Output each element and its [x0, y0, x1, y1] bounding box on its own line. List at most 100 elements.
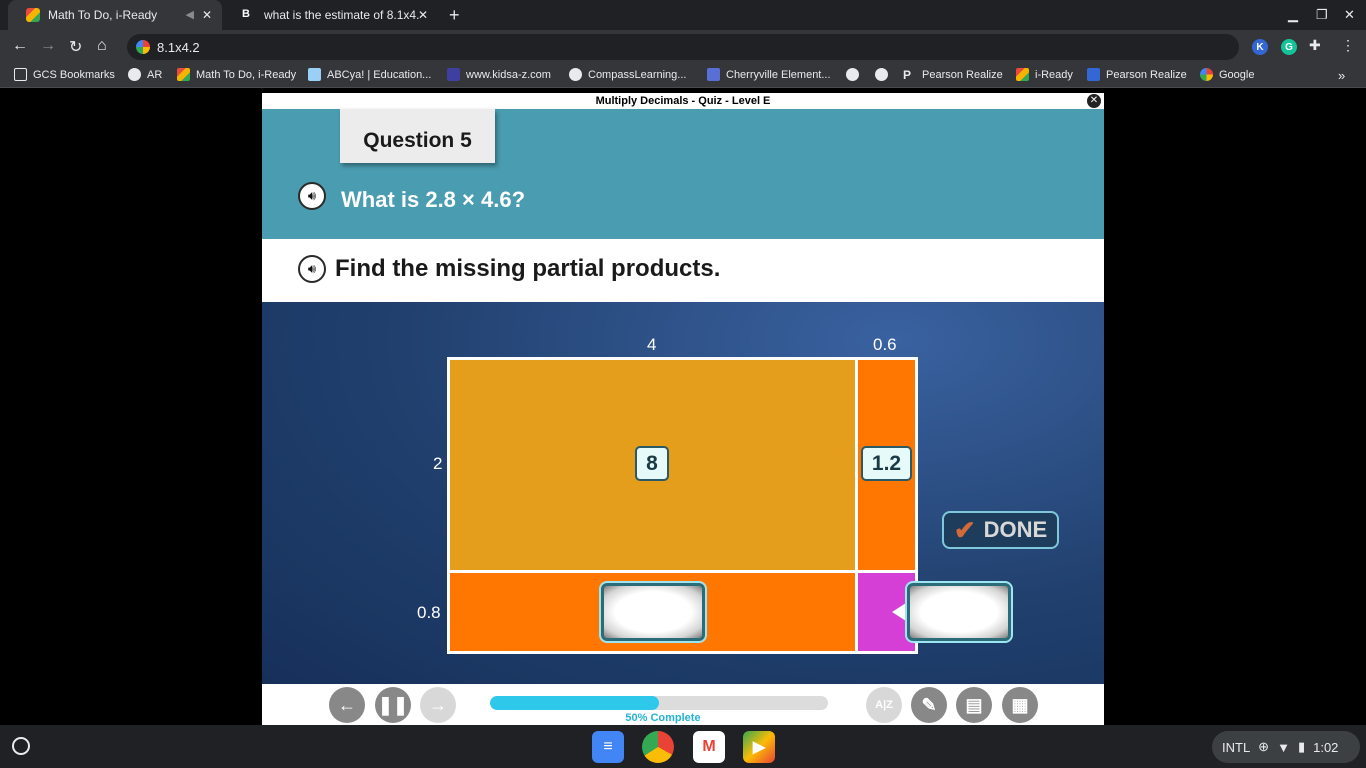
bookmark-item[interactable]: Math To Do, i-Ready [177, 68, 296, 81]
bookmark-folder[interactable]: GCS Bookmarks [14, 68, 115, 81]
bookmarks-overflow-icon[interactable]: » [1338, 68, 1345, 83]
iready-icon [26, 8, 40, 22]
forward-icon[interactable]: → [40, 37, 56, 55]
progress-fill [490, 696, 659, 710]
question-header: Question 5 🔊︎ What is 2.8 × 4.6? [262, 109, 1104, 239]
globe-icon [128, 68, 141, 81]
partial-product-value: 8 [635, 446, 669, 481]
progress-bar [490, 696, 828, 710]
row-label: 2 [433, 454, 443, 473]
check-icon: ✔ [953, 514, 976, 545]
tab-search[interactable]: B what is the estimate of 8.1x4.2? ✕ [224, 0, 438, 30]
kidsaz-icon [447, 68, 460, 81]
play-store-icon[interactable]: ▶ [743, 731, 775, 763]
previous-button[interactable]: ← [329, 687, 365, 723]
chrome-icon[interactable] [642, 731, 674, 763]
status-area[interactable]: INTL ⊕ ▼ ▮ 1:02 [1212, 731, 1360, 763]
os-shelf: ≡ M ▶ INTL ⊕ ▼ ▮ 1:02 [0, 725, 1366, 768]
progress-label: 50% Complete [625, 712, 701, 724]
ime-label: INTL [1222, 739, 1251, 755]
bookmark-item[interactable]: CompassLearning... [569, 68, 686, 81]
bookmark-item[interactable]: Google [1200, 68, 1254, 81]
tab-title: what is the estimate of 8.1x4.2? [264, 8, 419, 22]
partial-product-input[interactable] [599, 581, 707, 643]
globe-icon [875, 68, 888, 81]
notepad-icon[interactable]: ▤ [956, 687, 992, 723]
glossary-icon[interactable]: A|Z [866, 687, 902, 723]
gmail-icon[interactable]: M [693, 731, 725, 763]
next-button[interactable]: → [420, 687, 456, 723]
quiz-close-icon[interactable]: ✕ [1087, 94, 1101, 108]
minimize-icon[interactable]: ▁ [1288, 7, 1298, 23]
extensions-icon[interactable]: ✚ [1309, 37, 1321, 54]
bookmark-globe[interactable] [875, 68, 894, 81]
divider [855, 360, 858, 651]
area-model-stage: 4 0.6 2 0.8 8 1.2 ✔ DONE [262, 302, 1104, 684]
school-icon [707, 68, 720, 81]
bookmark-item[interactable]: www.kidsa-z.com [447, 68, 551, 81]
column-label: 4 [647, 335, 657, 354]
instruction-text: Find the missing partial products. [335, 255, 721, 282]
tab-iready[interactable]: Math To Do, i-Ready ◀︎ ✕ [8, 0, 222, 30]
speaker-icon[interactable]: 🔊︎ [298, 255, 326, 283]
launcher-icon[interactable] [12, 737, 30, 755]
menu-icon[interactable]: ⋮ [1341, 37, 1355, 54]
question-text: What is 2.8 × 4.6? [341, 187, 526, 212]
google-icon [1200, 68, 1213, 81]
pause-button[interactable]: ❚❚ [375, 687, 411, 723]
column-label: 0.6 [873, 335, 897, 354]
globe-icon [569, 68, 582, 81]
iready-icon [177, 68, 190, 81]
quiz-window: Multiply Decimals - Quiz - Level E ✕ Que… [262, 93, 1104, 725]
bookmark-item[interactable]: P Pearson Realize [903, 68, 1003, 82]
globe-icon [846, 68, 859, 81]
pearson-icon: P [903, 68, 912, 82]
bookmark-item[interactable]: Cherryville Element... [707, 68, 831, 81]
quiz-title: Multiply Decimals - Quiz - Level E [262, 93, 1104, 109]
google-icon [136, 40, 150, 54]
folder-icon [14, 68, 27, 81]
close-icon[interactable]: ✕ [418, 8, 428, 22]
iready-icon [1016, 68, 1029, 81]
docs-icon[interactable]: ≡ [592, 731, 624, 763]
clock: 1:02 [1313, 739, 1339, 755]
grammarly-icon[interactable]: G [1281, 39, 1297, 55]
add-icon: ⊕ [1258, 739, 1270, 754]
bookmark-item[interactable]: AR [128, 68, 162, 81]
bookmark-item[interactable]: ABCya! | Education... [308, 68, 431, 81]
input-pointer [892, 603, 906, 621]
back-icon[interactable]: ← [12, 37, 28, 55]
abcya-icon [308, 68, 321, 81]
instruction-bar: 🔊︎ Find the missing partial products. [262, 239, 1104, 302]
window-close-icon[interactable]: ✕ [1344, 7, 1355, 23]
brainly-icon: B [242, 8, 250, 20]
home-icon[interactable]: ⌂ [97, 37, 107, 55]
calculator-icon[interactable]: ▦ [1002, 687, 1038, 723]
partial-product-value: 1.2 [861, 446, 912, 481]
question-label: Question 5 [340, 109, 495, 163]
k-extension-icon[interactable]: K [1252, 39, 1268, 55]
partial-product-input[interactable] [905, 581, 1013, 643]
speaker-icon[interactable]: 🔊︎ [298, 182, 326, 210]
restore-icon[interactable]: ❐ [1316, 7, 1328, 23]
battery-icon: ▮ [1297, 739, 1306, 754]
divider [450, 570, 915, 573]
close-icon[interactable]: ✕ [202, 8, 212, 22]
quiz-footer: ← ❚❚ → 50% Complete A|Z ✎ ▤ ▦ [262, 684, 1104, 725]
done-button[interactable]: ✔ DONE [942, 511, 1059, 549]
browser-toolbar: ← → ↻ ⌂ 8.1x4.2 K G ✚ ⋮ [0, 30, 1366, 63]
bookmark-globe[interactable] [846, 68, 865, 81]
mute-icon[interactable]: ◀︎ [186, 8, 194, 21]
pencil-icon[interactable]: ✎ [911, 687, 947, 723]
bookmark-item[interactable]: Pearson Realize [1087, 68, 1187, 81]
address-text: 8.1x4.2 [157, 39, 200, 55]
wifi-icon: ▼ [1277, 739, 1290, 755]
tab-title: Math To Do, i-Ready [48, 8, 158, 22]
address-bar[interactable]: 8.1x4.2 [127, 34, 1239, 60]
reload-icon[interactable]: ↻ [69, 37, 82, 57]
row-label: 0.8 [417, 603, 441, 622]
new-tab-button[interactable]: + [449, 5, 460, 26]
tab-strip: Math To Do, i-Ready ◀︎ ✕ B what is the e… [0, 0, 1366, 30]
pearson-a-icon [1087, 68, 1100, 81]
bookmark-item[interactable]: i-Ready [1016, 68, 1073, 81]
